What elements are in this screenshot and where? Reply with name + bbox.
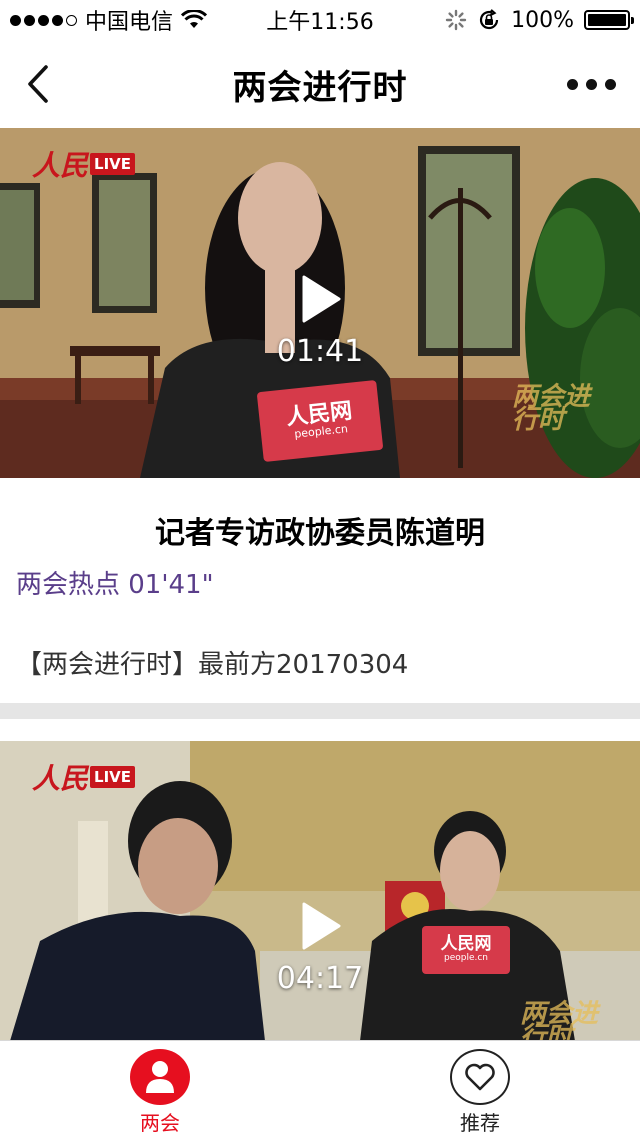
video-category-duration: 两会热点 01'41" [16,570,214,600]
back-button[interactable] [18,62,58,106]
video-card[interactable]: 人民 LIVE 人民网 people.cn 两会进行时 01:41 记者专访政协… [0,128,640,703]
status-right: 100% [445,7,634,33]
rotation-lock-icon [480,9,499,30]
signal-strength-icon [10,14,77,26]
event-watermark: 两会进行时 [512,382,591,436]
page-title: 两会进行时 [232,67,408,108]
navigation-bar: 两会进行时 [0,40,640,128]
card-spacer [0,719,640,741]
person-icon [130,1049,190,1105]
video-description: 【两会进行时】最前方20170304 [16,650,409,680]
card-body[interactable]: 记者专访政协委员陈道明 两会热点 01'41" 【两会进行时】最前方201703… [0,478,640,703]
live-badge: LIVE [90,766,136,788]
tab-bar: 两会 推荐 [0,1040,640,1136]
video-duration: 04:17 [276,961,364,996]
event-watermark: 两会进行时 [520,999,599,1040]
heart-icon [450,1049,510,1105]
battery-percent: 100% [511,7,574,33]
video-feed[interactable]: 人民 LIVE 人民网 people.cn 两会进行时 01:41 记者专访政协… [0,128,640,1040]
tab-label: 两会 [140,1111,180,1135]
more-button[interactable] [567,70,616,98]
battery-level [588,14,626,26]
status-bar: 中国电信 上午11:56 100% [0,0,640,40]
battery-icon [584,10,634,30]
tab-recommend[interactable]: 推荐 [320,1041,640,1136]
channel-logo: 人民 LIVE [32,757,136,797]
channel-logo: 人民 LIVE [32,144,136,184]
chevron-left-icon [28,65,48,103]
video-thumbnail[interactable]: 人民 LIVE 人民网 people.cn 两会进行时 04:17 [0,741,640,1040]
carrier-name: 中国电信 [85,10,174,35]
play-icon[interactable] [300,274,342,324]
play-icon[interactable] [300,901,342,951]
activity-spinner-icon [445,9,467,31]
channel-logo-text: 人民 [32,149,89,182]
wifi-icon [181,10,208,28]
live-badge: LIVE [90,153,136,175]
video-duration: 01:41 [276,334,364,369]
tab-label: 推荐 [460,1111,500,1135]
mic-brand: 人民网 [440,934,492,955]
card-divider [0,703,640,719]
channel-logo-text: 人民 [32,762,89,795]
more-dots-icon [567,78,578,90]
status-left: 中国电信 [10,4,208,36]
microphone-flag: 人民网 people.cn [256,379,384,463]
video-thumbnail[interactable]: 人民 LIVE 人民网 people.cn 两会进行时 01:41 [0,128,640,478]
video-card[interactable]: 人民 LIVE 人民网 people.cn 两会进行时 04:17 [0,741,640,1040]
video-title[interactable]: 记者专访政协委员陈道明 [0,508,640,552]
tab-lianghui[interactable]: 两会 [0,1041,320,1136]
